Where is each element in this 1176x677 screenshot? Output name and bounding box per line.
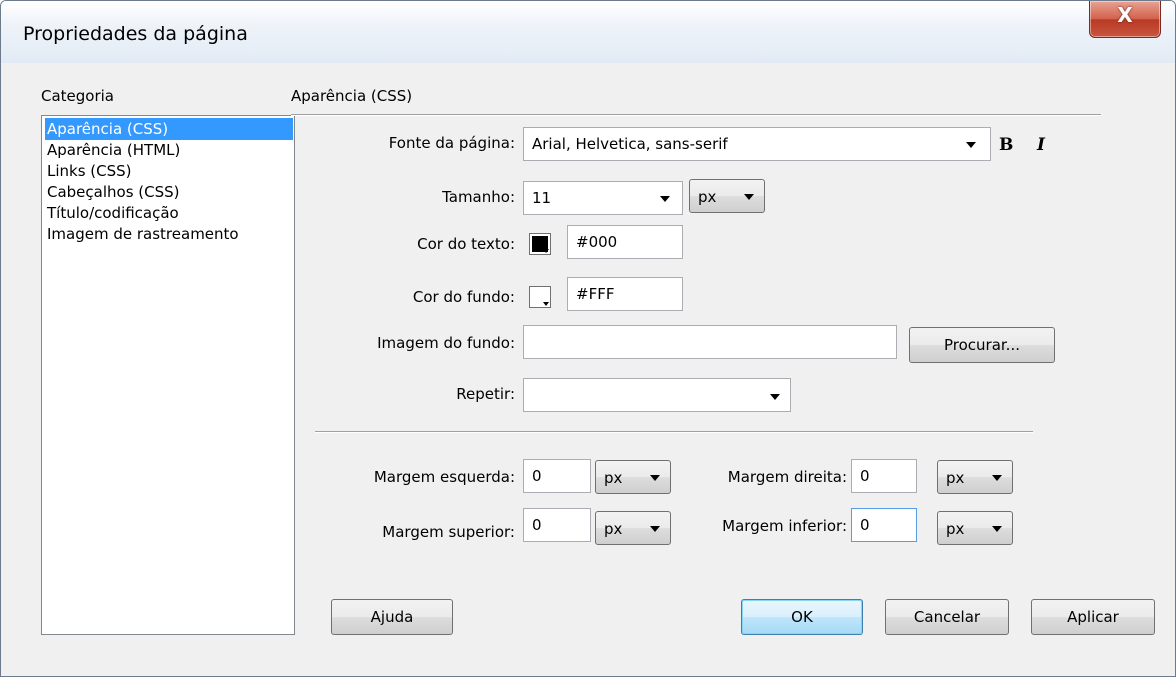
text-color-label: Cor do texto:	[417, 235, 515, 253]
dialog-window: Propriedades da página X Categoria Aparê…	[0, 0, 1176, 677]
margin-bottom-label: Margem inferior:	[722, 517, 847, 535]
bold-icon[interactable]: B	[999, 135, 1013, 155]
close-button[interactable]: X	[1089, 1, 1161, 38]
chevron-down-icon	[543, 302, 549, 306]
font-label: Fonte da página:	[388, 134, 515, 152]
panel-divider-mid	[315, 431, 1033, 433]
help-button[interactable]: Ajuda	[331, 599, 453, 635]
repeat-label: Repetir:	[456, 385, 515, 403]
size-select[interactable]: 11	[523, 181, 683, 215]
text-color-input[interactable]: #000	[567, 225, 683, 259]
margin-bottom-input[interactable]: 0	[851, 508, 917, 542]
panel-divider-top	[291, 114, 1101, 116]
margin-right-unit-value: px	[946, 469, 965, 487]
font-select[interactable]: Arial, Helvetica, sans-serif	[523, 127, 991, 161]
margin-top-input[interactable]: 0	[523, 508, 591, 542]
category-header: Categoria	[41, 87, 115, 105]
apply-button[interactable]: Aplicar	[1031, 599, 1155, 635]
panel-title: Aparência (CSS)	[291, 87, 413, 105]
bg-image-label: Imagem do fundo:	[377, 334, 515, 352]
bg-color-label: Cor do fundo:	[412, 288, 515, 306]
font-select-value: Arial, Helvetica, sans-serif	[532, 135, 728, 153]
browse-button[interactable]: Procurar...	[909, 327, 1055, 363]
chevron-down-icon	[770, 394, 780, 400]
margin-top-label: Margem superior:	[382, 523, 515, 541]
dialog-title: Propriedades da página	[23, 23, 248, 45]
chevron-down-icon	[992, 475, 1002, 481]
ok-button[interactable]: OK	[741, 599, 863, 635]
text-color-swatch[interactable]	[529, 233, 551, 255]
margin-left-input[interactable]: 0	[523, 459, 591, 493]
bg-color-input[interactable]: #FFF	[567, 277, 683, 311]
size-select-value: 11	[532, 189, 552, 207]
close-icon: X	[1117, 3, 1133, 27]
margin-right-label: Margem direita:	[727, 468, 847, 486]
chevron-down-icon	[744, 194, 754, 200]
chevron-down-icon	[992, 526, 1002, 532]
margin-right-unit-select[interactable]: px	[937, 460, 1013, 494]
margin-bottom-unit-value: px	[946, 520, 965, 538]
margin-right-input[interactable]: 0	[851, 459, 917, 493]
size-unit-value: px	[698, 188, 717, 206]
size-label: Tamanho:	[442, 188, 515, 206]
size-unit-select[interactable]: px	[689, 179, 765, 213]
margin-left-label: Margem esquerda:	[373, 468, 515, 486]
dialog-body: Categoria Aparência (CSS) Aparência (HTM…	[9, 63, 1165, 669]
margin-bottom-unit-select[interactable]: px	[937, 511, 1013, 545]
repeat-select[interactable]	[523, 378, 791, 412]
bg-color-swatch[interactable]	[529, 286, 551, 308]
cancel-button[interactable]: Cancelar	[885, 599, 1009, 635]
bg-image-input[interactable]	[523, 325, 897, 359]
chevron-down-icon	[966, 142, 976, 148]
chevron-down-icon	[660, 196, 670, 202]
title-bar[interactable]: Propriedades da página X	[1, 1, 1175, 63]
chevron-down-icon	[543, 249, 549, 253]
italic-icon[interactable]: I	[1037, 135, 1045, 155]
category-item-links-css[interactable]: Links (CSS)	[45, 160, 293, 182]
